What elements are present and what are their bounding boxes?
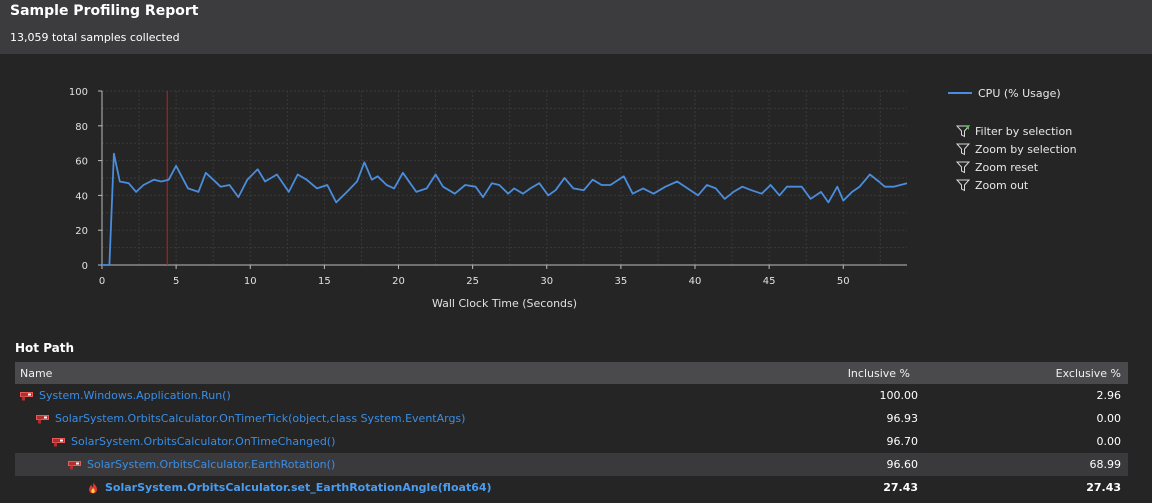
hot-path-icon <box>20 391 33 400</box>
table-header: Name Inclusive % Exclusive % <box>15 362 1128 384</box>
action-label: Filter by selection <box>975 124 1073 138</box>
inclusive-value: 96.60 <box>886 458 919 471</box>
x-tick-label: 10 <box>244 276 257 287</box>
table-row[interactable]: SolarSystem.OrbitsCalculator.EarthRotati… <box>15 453 1128 476</box>
zoom-selection-icon <box>956 143 970 155</box>
inclusive-value: 27.43 <box>883 481 918 494</box>
y-tick-label: 100 <box>69 87 88 98</box>
inclusive-value: 96.70 <box>886 435 919 448</box>
legend-cpu-usage[interactable]: CPU (% Usage) <box>948 86 1061 100</box>
exclusive-value: 0.00 <box>1096 435 1122 448</box>
flame-icon <box>89 482 97 493</box>
y-tick-label: 40 <box>75 191 88 202</box>
table-row[interactable]: SolarSystem.OrbitsCalculator.set_EarthRo… <box>15 476 1128 499</box>
y-tick-label: 0 <box>82 261 88 272</box>
column-inclusive-header[interactable]: Inclusive % <box>710 367 921 380</box>
function-name: System.Windows.Application.Run() <box>39 389 231 402</box>
column-exclusive-header[interactable]: Exclusive % <box>921 367 1128 380</box>
y-tick-label: 60 <box>75 157 88 168</box>
action-label: Zoom by selection <box>975 142 1077 156</box>
filter-selection-icon <box>956 125 970 137</box>
zoom-reset-icon <box>956 161 970 173</box>
function-name: SolarSystem.OrbitsCalculator.set_EarthRo… <box>105 481 492 494</box>
action-label: Zoom out <box>975 178 1029 192</box>
x-tick-label: 25 <box>466 276 479 287</box>
legend-label: CPU (% Usage) <box>978 86 1061 100</box>
column-name-header[interactable]: Name <box>15 367 710 380</box>
legend-swatch <box>948 92 972 94</box>
hot-path-icon <box>52 437 65 446</box>
zoom-out-button[interactable]: Zoom out <box>956 176 1077 194</box>
y-tick-label: 20 <box>75 226 88 237</box>
hot-path-icon <box>68 460 81 469</box>
function-name: SolarSystem.OrbitsCalculator.OnTimeChang… <box>71 435 336 448</box>
exclusive-value: 0.00 <box>1096 412 1122 425</box>
chart-actions: Filter by selection Zoom by selection Zo… <box>956 122 1077 194</box>
x-tick-label: 50 <box>837 276 850 287</box>
x-tick-label: 40 <box>689 276 702 287</box>
x-tick-label: 45 <box>763 276 776 287</box>
exclusive-value: 2.96 <box>1096 389 1122 402</box>
x-tick-label: 0 <box>99 276 105 287</box>
action-label: Zoom reset <box>975 160 1039 174</box>
report-title: Sample Profiling Report <box>10 3 199 19</box>
filter-by-selection-button[interactable]: Filter by selection <box>956 122 1077 140</box>
table-row[interactable]: System.Windows.Application.Run() 100.00 … <box>15 384 1128 407</box>
samples-summary: 13,059 total samples collected <box>10 31 180 44</box>
function-name: SolarSystem.OrbitsCalculator.OnTimerTick… <box>55 412 466 425</box>
table-row[interactable]: SolarSystem.OrbitsCalculator.OnTimerTick… <box>15 407 1128 430</box>
inclusive-value: 96.93 <box>886 412 919 425</box>
cpu-chart-panel: 0 20 40 60 80 100 0 5 10 15 20 25 30 35 40 45 50 Wall Clo… <box>0 54 1152 334</box>
x-tick-label: 35 <box>615 276 628 287</box>
inclusive-value: 100.00 <box>879 389 919 402</box>
zoom-by-selection-button[interactable]: Zoom by selection <box>956 140 1077 158</box>
exclusive-value: 68.99 <box>1089 458 1122 471</box>
x-axis-label: Wall Clock Time (Seconds) <box>432 297 577 310</box>
hot-path-icon <box>36 414 49 423</box>
report-header: Sample Profiling Report 13,059 total sam… <box>0 0 1152 54</box>
x-tick-label: 5 <box>173 276 179 287</box>
x-tick-label: 15 <box>318 276 331 287</box>
x-tick-label: 30 <box>540 276 553 287</box>
hot-path-title: Hot Path <box>15 341 75 355</box>
exclusive-value: 27.43 <box>1086 481 1121 494</box>
y-tick-label: 80 <box>75 122 88 133</box>
table-row[interactable]: SolarSystem.OrbitsCalculator.OnTimeChang… <box>15 430 1128 453</box>
series-line-cpu-usage <box>102 152 908 266</box>
function-name: SolarSystem.OrbitsCalculator.EarthRotati… <box>87 458 336 471</box>
x-tick-label: 20 <box>392 276 405 287</box>
zoom-reset-button[interactable]: Zoom reset <box>956 158 1077 176</box>
hot-path-table: Name Inclusive % Exclusive % System.Wind… <box>15 362 1128 499</box>
zoom-out-icon <box>956 179 970 191</box>
